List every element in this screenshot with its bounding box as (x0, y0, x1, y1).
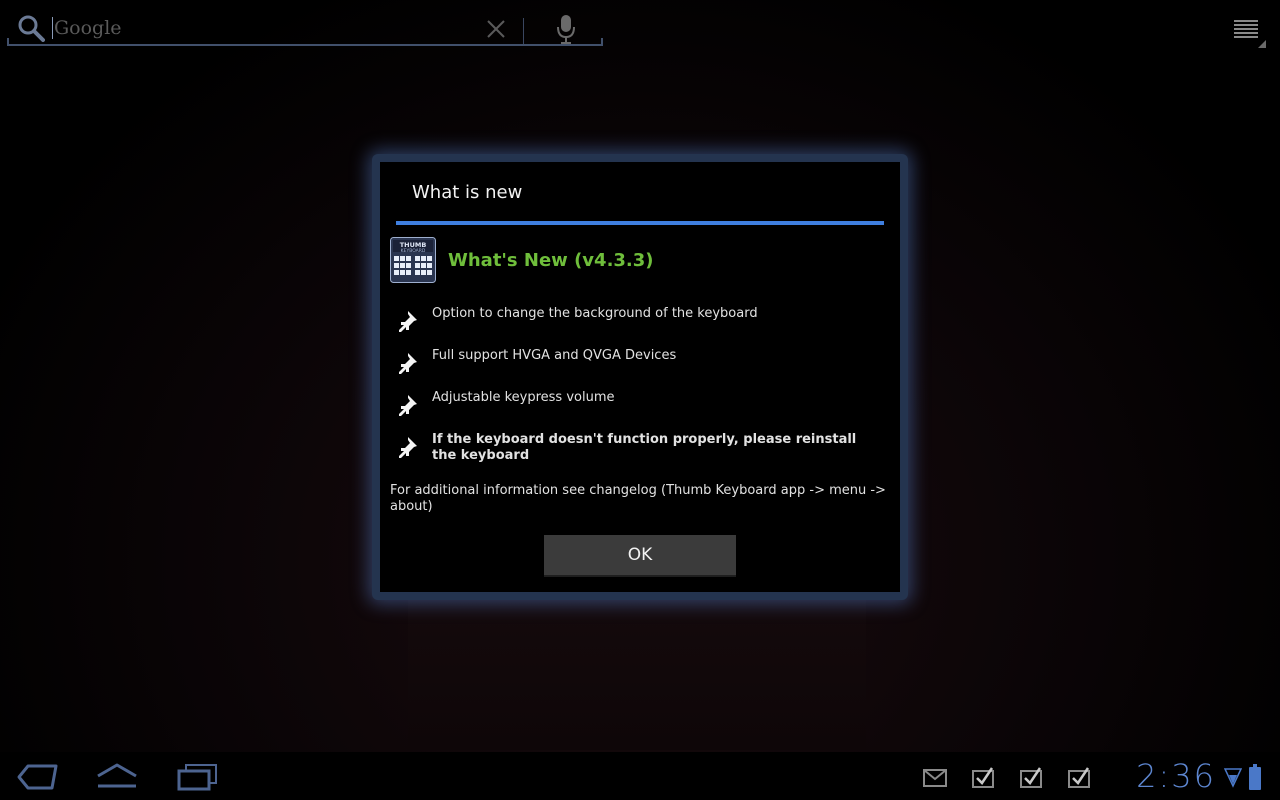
clock[interactable]: 2:36 (1106, 757, 1216, 795)
google-search-bar[interactable] (7, 8, 603, 46)
menu-icon[interactable] (1234, 18, 1266, 50)
pin-icon (399, 311, 417, 332)
list-item-text: Option to change the background of the k… (432, 306, 758, 321)
search-input[interactable] (54, 14, 474, 42)
whats-new-heading: What's New (v4.3.3) (448, 250, 654, 271)
dialog-title-divider (396, 221, 884, 225)
whats-new-dialog: What is new THUMB KEYBOARD What's New (v… (380, 162, 900, 592)
search-underline-left-tick (7, 38, 9, 46)
recent-apps-button[interactable] (176, 762, 220, 792)
task-complete-icon[interactable] (970, 766, 996, 788)
svg-text:KEYBOARD: KEYBOARD (401, 248, 426, 254)
task-complete-icon[interactable] (1018, 766, 1044, 788)
battery-icon[interactable] (1249, 764, 1261, 790)
list-item-text: If the keyboard doesn't function properl… (432, 432, 857, 463)
ok-button[interactable]: OK (544, 535, 736, 577)
search-icon[interactable] (17, 14, 45, 42)
system-bar: 2:36 (0, 752, 1280, 800)
home-button[interactable] (94, 762, 140, 792)
clear-icon[interactable] (485, 18, 507, 40)
back-button[interactable] (16, 762, 60, 792)
microphone-icon[interactable] (555, 13, 577, 45)
wifi-signal-icon[interactable] (1224, 766, 1242, 788)
changelog-note: For additional information see changelog… (390, 483, 886, 514)
pin-icon (399, 395, 417, 416)
svg-text:THUMB: THUMB (400, 241, 427, 249)
list-item-text: Adjustable keypress volume (432, 390, 615, 405)
search-divider (523, 18, 524, 44)
thumb-keyboard-app-icon: THUMB KEYBOARD (390, 237, 436, 283)
pin-icon (399, 437, 417, 458)
pin-icon (399, 353, 417, 374)
task-complete-icon[interactable] (1066, 766, 1092, 788)
gmail-icon[interactable] (922, 766, 948, 788)
list-item-text: Full support HVGA and QVGA Devices (432, 348, 677, 363)
background-panel (408, 600, 866, 750)
search-underline-right-tick (601, 38, 603, 46)
text-cursor (52, 17, 53, 39)
home-screen: What is new THUMB KEYBOARD What's New (v… (0, 0, 1280, 800)
dialog-title: What is new (412, 182, 523, 203)
search-underline (7, 44, 603, 46)
